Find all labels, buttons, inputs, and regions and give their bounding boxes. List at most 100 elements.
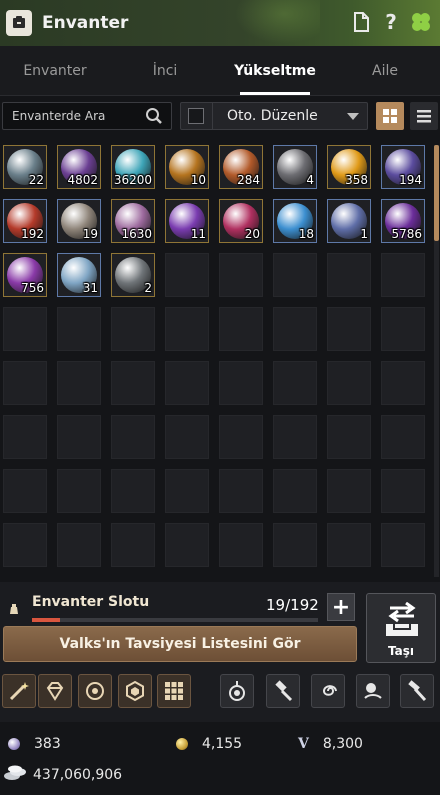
empty-inventory-slot[interactable] [165,307,209,351]
empty-inventory-slot[interactable] [57,523,101,567]
empty-inventory-slot[interactable] [219,415,263,459]
empty-inventory-slot[interactable] [57,361,101,405]
empty-inventory-slot[interactable] [327,361,371,405]
inventory-item-slot[interactable]: 192 [3,199,47,243]
crystal-button[interactable] [38,674,72,708]
empty-inventory-slot[interactable] [3,415,47,459]
dye-button[interactable] [356,674,390,708]
tab-inci[interactable]: İnci [110,46,220,95]
tab-aile[interactable]: Aile [330,46,440,95]
help-icon[interactable]: ? [380,10,402,34]
empty-inventory-slot[interactable] [219,361,263,405]
amulet-icon [229,681,245,701]
move-button[interactable]: Taşı [366,593,436,663]
inventory-item-slot[interactable]: 1630 [111,199,155,243]
empty-inventory-slot[interactable] [273,469,317,513]
clover-icon[interactable] [410,10,432,34]
swirl-button[interactable] [311,674,345,708]
inventory-scrollbar[interactable] [434,145,439,577]
amulet-button[interactable] [220,674,254,708]
empty-inventory-slot[interactable] [327,523,371,567]
inventory-item-slot[interactable]: 19 [57,199,101,243]
plus-icon: + [331,594,351,620]
inventory-item-slot[interactable]: 11 [165,199,209,243]
empty-inventory-slot[interactable] [273,523,317,567]
inventory-item-slot[interactable]: 22 [3,145,47,189]
empty-inventory-slot[interactable] [327,253,371,297]
empty-inventory-slot[interactable] [381,415,425,459]
empty-inventory-slot[interactable] [219,523,263,567]
auto-sort-checkbox[interactable] [188,108,204,124]
chevron-down-icon [347,113,359,120]
empty-inventory-slot[interactable] [57,415,101,459]
empty-inventory-slot[interactable] [3,523,47,567]
empty-inventory-slot[interactable] [381,361,425,405]
inventory-item-slot[interactable]: 36200 [111,145,155,189]
item-count: 1630 [121,227,152,241]
scrollbar-thumb[interactable] [434,145,439,241]
empty-inventory-slot[interactable] [219,307,263,351]
empty-inventory-slot[interactable] [111,361,155,405]
empty-inventory-slot[interactable] [219,469,263,513]
empty-inventory-slot[interactable] [165,469,209,513]
action-bar [0,672,440,712]
craft-hammer-button[interactable] [400,674,434,708]
empty-inventory-slot[interactable] [3,307,47,351]
inventory-item-slot[interactable]: 756 [3,253,47,297]
empty-inventory-slot[interactable] [273,307,317,351]
inventory-item-slot[interactable]: 284 [219,145,263,189]
empty-inventory-slot[interactable] [381,253,425,297]
inventory-item-slot[interactable]: 2 [111,253,155,297]
auto-sort-dropdown[interactable]: Oto. Düzenle [180,102,368,130]
empty-inventory-slot[interactable] [381,469,425,513]
empty-inventory-slot[interactable] [273,415,317,459]
inventory-item-slot[interactable]: 358 [327,145,371,189]
repair-all-button[interactable] [2,674,36,708]
empty-inventory-slot[interactable] [273,253,317,297]
transfer-icon [382,601,422,642]
document-icon[interactable] [350,10,372,34]
inventory-item-slot[interactable]: 1 [327,199,371,243]
empty-inventory-slot[interactable] [273,361,317,405]
empty-inventory-slot[interactable] [111,469,155,513]
grid-sort-button[interactable] [157,674,191,708]
empty-inventory-slot[interactable] [3,469,47,513]
empty-inventory-slot[interactable] [165,361,209,405]
empty-inventory-slot[interactable] [111,307,155,351]
add-slot-button[interactable]: + [327,593,355,621]
empty-inventory-slot[interactable] [57,469,101,513]
inventory-item-slot[interactable]: 5786 [381,199,425,243]
inventory-item-slot[interactable]: 4802 [57,145,101,189]
valks-recommendation-button[interactable]: Valks'ın Tavsiyesi Listesini Gör [3,626,357,662]
auto-sort-label: Oto. Düzenle [227,108,318,124]
hammer-button[interactable] [266,674,300,708]
inventory-item-slot[interactable]: 31 [57,253,101,297]
empty-inventory-slot[interactable] [219,253,263,297]
empty-inventory-slot[interactable] [381,523,425,567]
coin-amount: 4,155 [202,736,243,752]
tab-envanter[interactable]: Envanter [0,46,110,95]
inventory-item-slot[interactable]: 194 [381,145,425,189]
empty-inventory-slot[interactable] [165,415,209,459]
empty-inventory-slot[interactable] [165,253,209,297]
inventory-item-slot[interactable]: 20 [219,199,263,243]
search-icon[interactable] [145,107,163,129]
empty-inventory-slot[interactable] [327,307,371,351]
empty-inventory-slot[interactable] [381,307,425,351]
empty-inventory-slot[interactable] [57,307,101,351]
empty-inventory-slot[interactable] [165,523,209,567]
list-view-button[interactable] [410,102,438,130]
empty-inventory-slot[interactable] [3,361,47,405]
empty-inventory-slot[interactable] [111,523,155,567]
gem-button[interactable] [118,674,152,708]
empty-inventory-slot[interactable] [327,415,371,459]
empty-inventory-slot[interactable] [111,415,155,459]
extract-button[interactable] [78,674,112,708]
inventory-item-slot[interactable]: 18 [273,199,317,243]
search-input[interactable]: Envanterde Ara [2,102,172,130]
grid-view-button[interactable] [376,102,404,130]
inventory-item-slot[interactable]: 4 [273,145,317,189]
empty-inventory-slot[interactable] [327,469,371,513]
tab-yukseltme[interactable]: Yükseltme [220,46,330,95]
inventory-item-slot[interactable]: 10 [165,145,209,189]
